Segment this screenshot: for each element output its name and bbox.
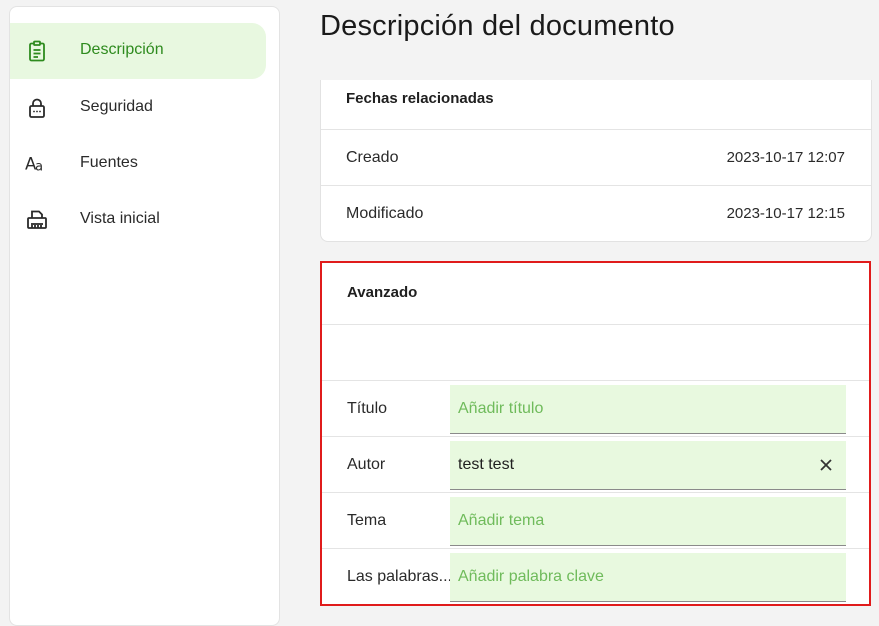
- printer-icon: [25, 208, 49, 232]
- field-label: Autor: [347, 456, 386, 473]
- field-row-title: Título Añadir título: [322, 381, 869, 437]
- date-row-created: Creado 2023-10-17 12:07: [321, 130, 871, 186]
- svg-text:a: a: [35, 159, 43, 174]
- sidebar-item-label: Seguridad: [80, 98, 153, 115]
- field-row-keywords: Las palabras... Añadir palabra clave: [322, 549, 869, 605]
- field-row-author: Autor test test: [322, 437, 869, 493]
- spacer-row: [322, 325, 869, 381]
- sidebar-item-vista-inicial[interactable]: Vista inicial: [10, 192, 266, 248]
- date-label: Creado: [346, 149, 399, 166]
- author-input-value: test test: [458, 456, 515, 473]
- subject-input[interactable]: Añadir tema: [450, 497, 846, 546]
- date-label: Modificado: [346, 205, 424, 222]
- clear-icon[interactable]: [818, 457, 834, 473]
- sidebar-item-label: Fuentes: [80, 154, 138, 171]
- sidebar-item-fuentes[interactable]: A a Fuentes: [10, 136, 266, 192]
- field-label: Las palabras...: [347, 568, 452, 585]
- sidebar: Descripción Seguridad A a Fuentes Vista …: [9, 6, 280, 626]
- dates-card-header: Fechas relacionadas: [321, 80, 871, 130]
- page-title: Descripción del documento: [320, 10, 675, 42]
- sidebar-item-label: Vista inicial: [80, 210, 160, 227]
- date-value: 2023-10-17 12:07: [726, 149, 845, 166]
- advanced-card: Avanzado Título Añadir título Autor test…: [320, 261, 871, 606]
- keywords-input[interactable]: Añadir palabra clave: [450, 553, 846, 602]
- title-input[interactable]: Añadir título: [450, 385, 846, 434]
- sidebar-item-descripcion[interactable]: Descripción: [10, 23, 266, 79]
- sidebar-item-label: Descripción: [80, 41, 164, 58]
- date-value: 2023-10-17 12:15: [726, 205, 845, 222]
- sidebar-item-seguridad[interactable]: Seguridad: [10, 80, 266, 136]
- clipboard-icon: [25, 39, 49, 63]
- advanced-card-header: Avanzado: [322, 263, 869, 325]
- dates-card: Fechas relacionadas Creado 2023-10-17 12…: [320, 80, 872, 242]
- date-row-modified: Modificado 2023-10-17 12:15: [321, 186, 871, 242]
- lock-icon: [25, 96, 49, 120]
- field-label: Tema: [347, 512, 387, 529]
- font-icon: A a: [25, 152, 49, 176]
- field-row-subject: Tema Añadir tema: [322, 493, 869, 549]
- field-label: Título: [347, 400, 388, 417]
- author-input[interactable]: test test: [450, 441, 846, 490]
